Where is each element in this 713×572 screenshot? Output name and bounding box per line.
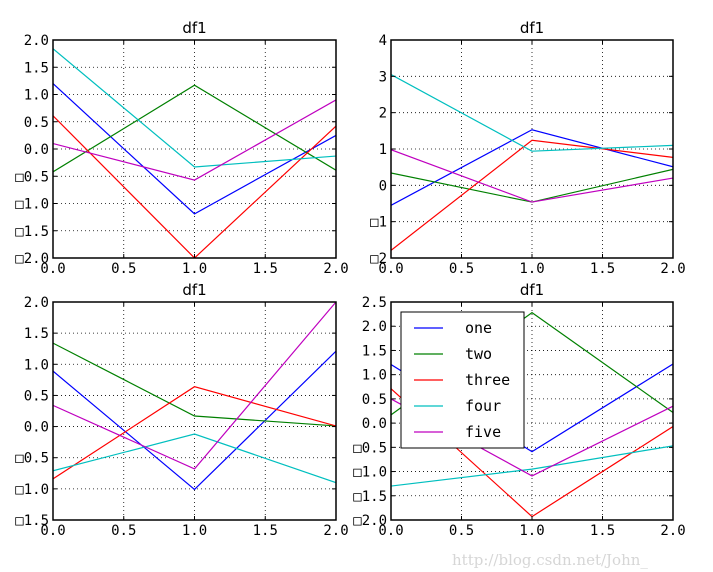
y-tick-label: 2.0 [362,319,387,335]
watermark: http://blog.csdn.net/John_ [452,551,648,569]
y-tick-label: □0.5 [15,169,49,185]
grid [53,40,336,258]
x-tick-label: 1.5 [590,523,615,539]
x-tick-label: 1.0 [182,261,207,277]
x-tick-label: 0.5 [111,523,136,539]
y-tick-label: 4 [379,33,387,49]
y-tick-label: □0.5 [353,440,387,456]
y-tick-label: 0.0 [24,142,49,158]
x-tick-label: 0.5 [111,261,136,277]
subplot-4: 0.0 0.5 1.0 1.5 2.02.52.01.51.00.50.0□0.5□1.… [353,281,685,539]
series-line-three [53,386,336,480]
grid [53,302,336,520]
series-line-five [391,149,673,203]
legend-label-one: one [465,319,492,337]
x-tick-label: 0.5 [449,523,474,539]
subplot-title: df1 [182,281,206,299]
y-tick-label: 2 [379,106,387,122]
y-tick-label: 2.5 [362,295,387,311]
x-tick-label: 1.5 [253,523,278,539]
y-tick-label: 1.0 [362,368,387,384]
y-tick-label: □2.0 [353,513,387,529]
y-tick-label: 0 [379,178,387,194]
y-tick-label: 0.5 [24,388,49,404]
figure: 0.0 0.5 1.0 1.5 2.0 2.0 1.5 1.0 0.5 0.0 □0.5 □1.0 □1… [15,19,686,569]
y-tick-label: □1 [370,215,387,231]
x-tick-label: 1.5 [590,261,615,277]
y-tick-label: 2.0 [24,295,49,311]
series-line-one [391,129,673,206]
y-tick-label: 1.5 [24,60,49,76]
x-tick-label: 2.0 [660,523,685,539]
y-tick-label: 0.5 [362,392,387,408]
series-line-five [53,302,336,470]
legend: one two three four five [400,311,525,449]
grid [391,40,673,258]
x-tick-label: 2.0 [323,523,348,539]
y-tick-label: □1.0 [353,465,387,481]
y-tick-label: 0.5 [24,115,49,131]
y-tick-label: □1.5 [353,489,387,505]
y-tick-label: □0.5 [15,451,49,467]
legend-label-five: five [465,423,501,441]
x-tick-label: 0.5 [449,261,474,277]
y-tick-label: 3 [379,69,387,85]
series-line-two [53,342,336,427]
legend-label-two: two [465,345,492,363]
subplot-1: 0.0 0.5 1.0 1.5 2.02.01.51.00.50.0□0.5□1.0□1… [15,19,348,277]
y-tick-label: □1.0 [15,197,49,213]
y-tick-label: 1.5 [24,326,49,342]
y-tick-label: 2.0 [24,33,49,49]
y-tick-label: 0.0 [24,420,49,436]
x-tick-label: 2.0 [323,261,348,277]
legend-label-four: four [465,397,501,415]
y-tick-label: □2 [370,251,387,267]
y-tick-label: □1.5 [15,224,49,240]
subplot-2: 0.0 0.5 1.0 1.5 2.043210□1□2df1 [370,19,686,277]
y-tick-label: 1.0 [24,88,49,104]
x-tick-label: 1.0 [519,523,544,539]
y-tick-label: 1 [379,142,387,158]
y-tick-label: 1.5 [362,343,387,359]
y-tick-label: 0.0 [362,416,387,432]
y-tick-label: 1.0 [24,357,49,373]
y-tick-label: □1.0 [15,482,49,498]
x-tick-label: 1.5 [253,261,278,277]
legend-label-three: three [465,371,510,389]
x-tick-label: 2.0 [660,261,685,277]
subplot-title: df1 [182,19,206,37]
x-tick-label: 1.0 [182,523,207,539]
y-tick-label: □2.0 [15,251,49,267]
subplot-title: df1 [520,19,544,37]
x-tick-label: 1.0 [519,261,544,277]
subplot-3: 0.0 0.5 1.0 1.5 2.02.01.51.00.50.0□0.5□1.0□1… [15,281,348,539]
subplot-title: df1 [520,281,544,299]
y-tick-label: □1.5 [15,513,49,529]
